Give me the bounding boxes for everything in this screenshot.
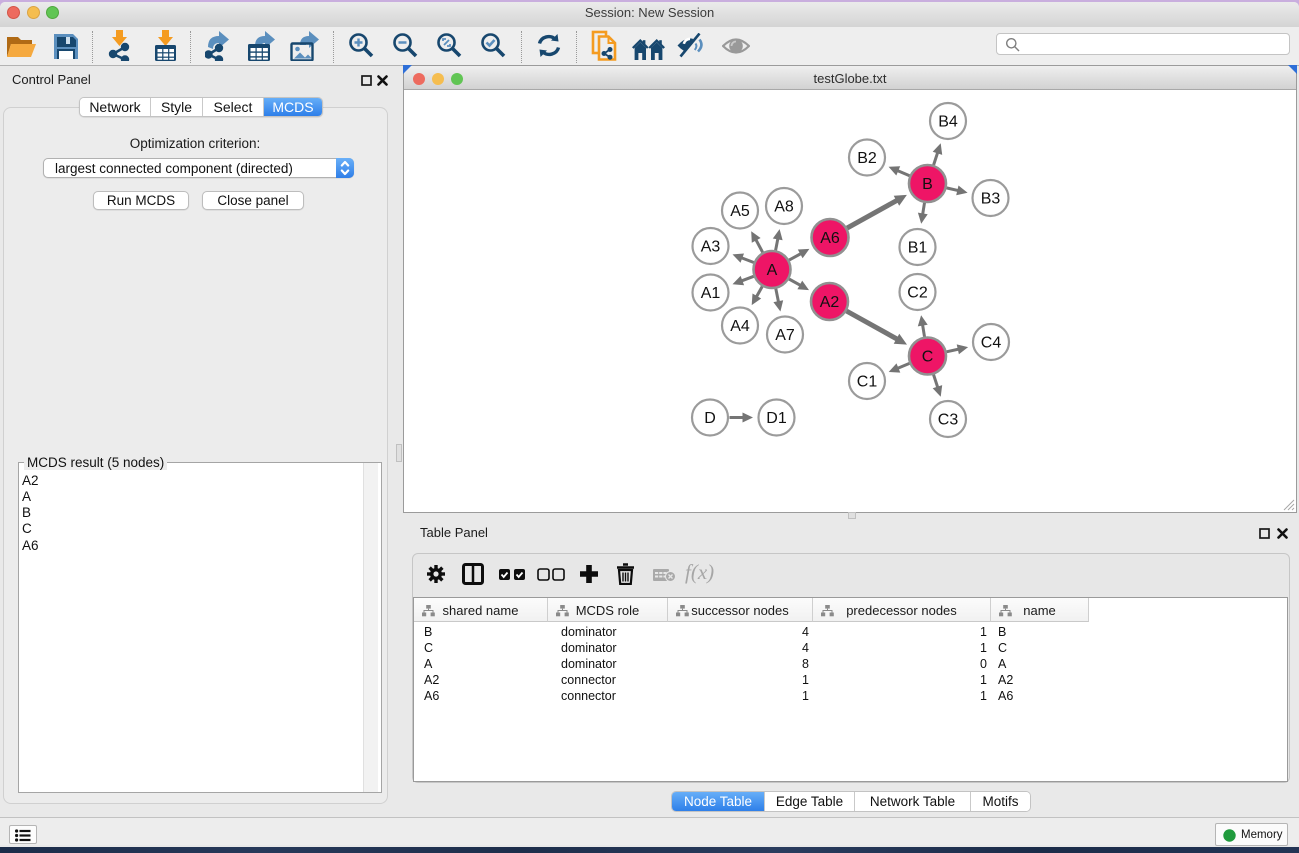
svg-text:B3: B3 xyxy=(981,191,1001,208)
svg-text:A4: A4 xyxy=(730,318,750,335)
svg-text:B1: B1 xyxy=(908,240,928,257)
svg-text:C2: C2 xyxy=(907,285,928,302)
svg-text:C: C xyxy=(922,349,934,366)
svg-text:B4: B4 xyxy=(938,114,958,131)
svg-text:A3: A3 xyxy=(701,239,721,256)
svg-text:A8: A8 xyxy=(774,199,794,216)
svg-text:A5: A5 xyxy=(730,203,750,220)
svg-text:B2: B2 xyxy=(857,150,877,167)
svg-text:A2: A2 xyxy=(820,294,840,311)
svg-text:A7: A7 xyxy=(775,327,795,344)
svg-text:C4: C4 xyxy=(981,335,1002,352)
svg-text:A6: A6 xyxy=(820,230,840,247)
svg-text:D1: D1 xyxy=(766,410,787,427)
svg-text:B: B xyxy=(922,176,933,193)
svg-text:C3: C3 xyxy=(938,412,959,429)
svg-text:D: D xyxy=(704,410,716,427)
svg-text:C1: C1 xyxy=(857,374,878,391)
svg-text:A: A xyxy=(767,262,778,279)
svg-text:A1: A1 xyxy=(701,285,721,302)
